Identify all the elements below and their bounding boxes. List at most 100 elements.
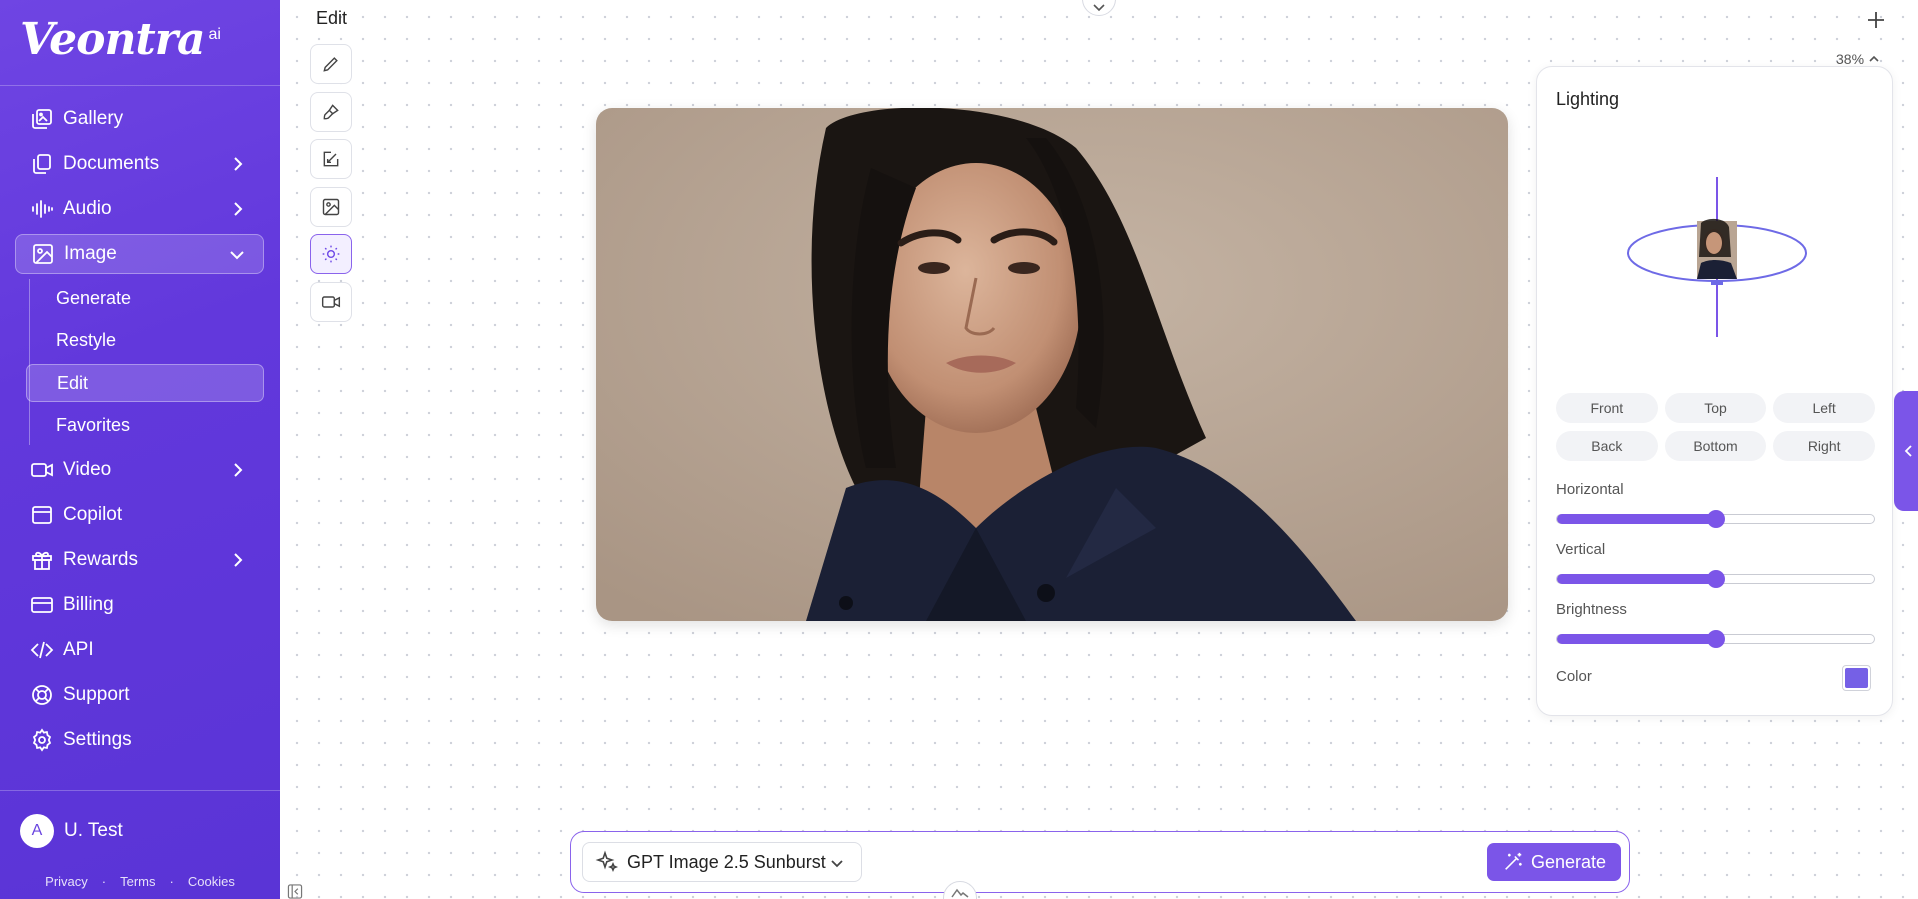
brand-suffix: ai — [208, 26, 221, 43]
edited-image[interactable] — [596, 108, 1508, 621]
sidebar: Veontra ai Gallery Documents Audio Image… — [0, 0, 280, 899]
preset-back-button[interactable]: Back — [1556, 431, 1658, 461]
sun-icon — [322, 245, 340, 263]
brightness-label: Brightness — [1556, 601, 1627, 618]
plus-icon[interactable] — [1864, 8, 1888, 32]
chevron-right-icon — [234, 202, 243, 216]
sidebar-item-gallery[interactable]: Gallery — [15, 99, 264, 139]
sidebar-item-label: Billing — [63, 593, 114, 615]
tool-resize[interactable] — [310, 139, 352, 179]
sidebar-item-label: Image — [64, 243, 117, 264]
sidebar-item-label: Support — [63, 683, 130, 705]
horizontal-label: Horizontal — [1556, 481, 1624, 498]
chevron-right-icon — [234, 157, 243, 171]
panel-collapse-tab[interactable] — [1894, 391, 1918, 511]
vertical-slider[interactable] — [1556, 570, 1875, 588]
image-subnav: Generate Restyle Edit Favorites — [26, 279, 264, 445]
separator: · — [101, 874, 107, 889]
sidebar-item-label: API — [63, 638, 94, 660]
sidebar-nav: Gallery Documents Audio Image Generate R — [15, 99, 264, 765]
sidebar-item-audio[interactable]: Audio — [15, 189, 264, 229]
page-title: Edit — [316, 8, 348, 28]
resize-icon — [323, 151, 339, 167]
tool-video[interactable] — [310, 281, 352, 322]
privacy-link[interactable]: Privacy — [45, 874, 88, 889]
preset-top-button[interactable]: Top — [1664, 393, 1767, 423]
sidebar-item-settings[interactable]: Settings — [15, 720, 264, 760]
user-name: U. Test — [64, 820, 123, 841]
billing-icon — [29, 592, 55, 618]
sidebar-item-documents[interactable]: Documents — [15, 144, 264, 184]
preset-front-button[interactable]: Front — [1556, 393, 1658, 423]
audio-icon — [29, 196, 55, 222]
lighting-panel: Lighting Front Top Left Back Bottom Righ… — [1536, 66, 1893, 716]
video-icon — [29, 457, 55, 483]
sidebar-item-billing[interactable]: Billing — [15, 585, 264, 625]
image-icon — [322, 198, 340, 215]
chevron-down-icon — [831, 860, 843, 868]
sidebar-item-label: Audio — [63, 198, 112, 219]
brightness-slider[interactable] — [1556, 630, 1875, 648]
slider-handle[interactable] — [1706, 630, 1725, 648]
subnav-item-generate[interactable]: Generate — [26, 279, 264, 317]
sidebar-collapse-icon[interactable] — [287, 884, 303, 899]
subnav-item-favorites[interactable]: Favorites — [26, 407, 264, 445]
sidebar-item-label: Documents — [63, 153, 160, 174]
color-swatch[interactable] — [1842, 665, 1871, 691]
sidebar-divider — [0, 85, 280, 86]
magic-wand-icon — [1505, 852, 1522, 870]
generate-label: Generate — [1530, 851, 1607, 872]
sidebar-item-support[interactable]: Support — [15, 675, 264, 715]
portrait-image — [596, 108, 1508, 621]
sidebar-divider — [0, 790, 280, 791]
tool-lighting[interactable] — [310, 234, 352, 274]
zoom-control[interactable]: 38% — [1836, 51, 1880, 67]
footer-links: Privacy · Terms · Cookies — [0, 874, 280, 889]
light-orbit-control[interactable] — [1617, 177, 1817, 337]
subnav-item-edit[interactable]: Edit — [26, 364, 264, 402]
settings-icon — [29, 727, 55, 753]
generate-button[interactable]: Generate — [1487, 843, 1621, 881]
sidebar-item-image[interactable]: Image — [15, 234, 264, 274]
cookies-link[interactable]: Cookies — [188, 874, 235, 889]
video-camera-icon — [321, 295, 341, 308]
brand-logo[interactable]: Veontra ai — [20, 14, 221, 74]
prompt-bar[interactable]: GPT Image 2.5 Sunburst Generate — [570, 831, 1630, 893]
chevron-down-icon — [1093, 4, 1105, 12]
image-icon — [30, 241, 56, 267]
sidebar-item-label: Rewards — [63, 548, 138, 570]
color-swatch-fill — [1845, 668, 1868, 688]
preset-bottom-button[interactable]: Bottom — [1664, 431, 1767, 461]
tool-pencil[interactable] — [310, 44, 352, 84]
sidebar-item-api[interactable]: API — [15, 630, 264, 670]
terms-link[interactable]: Terms — [120, 874, 155, 889]
horizontal-slider[interactable] — [1556, 510, 1875, 528]
brand-name: Veontra — [20, 14, 205, 65]
sidebar-item-label: Video — [63, 458, 112, 480]
zoom-level: 38% — [1836, 51, 1865, 67]
sidebar-item-video[interactable]: Video — [15, 450, 264, 490]
slider-handle[interactable] — [1706, 570, 1725, 588]
color-label: Color — [1556, 668, 1592, 685]
preset-left-button[interactable]: Left — [1773, 393, 1875, 423]
sidebar-item-label: Settings — [63, 728, 132, 750]
light-source-marker[interactable] — [1711, 281, 1723, 285]
model-select[interactable]: GPT Image 2.5 Sunburst — [582, 842, 862, 882]
rewards-icon — [29, 547, 55, 573]
user-profile[interactable]: A U. Test — [20, 814, 123, 848]
preview-thumbnail — [1697, 218, 1737, 279]
tool-brush[interactable] — [310, 91, 352, 132]
preset-right-button[interactable]: Right — [1773, 431, 1875, 461]
mountain-icon — [951, 888, 969, 898]
tool-image[interactable] — [310, 186, 352, 227]
slider-fill — [1557, 634, 1716, 644]
slider-fill — [1557, 574, 1716, 584]
subnav-item-restyle[interactable]: Restyle — [26, 322, 264, 360]
avatar: A — [20, 814, 54, 848]
sidebar-item-copilot[interactable]: Copilot — [15, 495, 264, 535]
sidebar-item-label: Copilot — [63, 503, 123, 525]
gallery-icon — [29, 106, 55, 132]
copilot-icon — [29, 502, 55, 528]
slider-handle[interactable] — [1706, 510, 1725, 528]
sidebar-item-rewards[interactable]: Rewards — [15, 540, 264, 580]
